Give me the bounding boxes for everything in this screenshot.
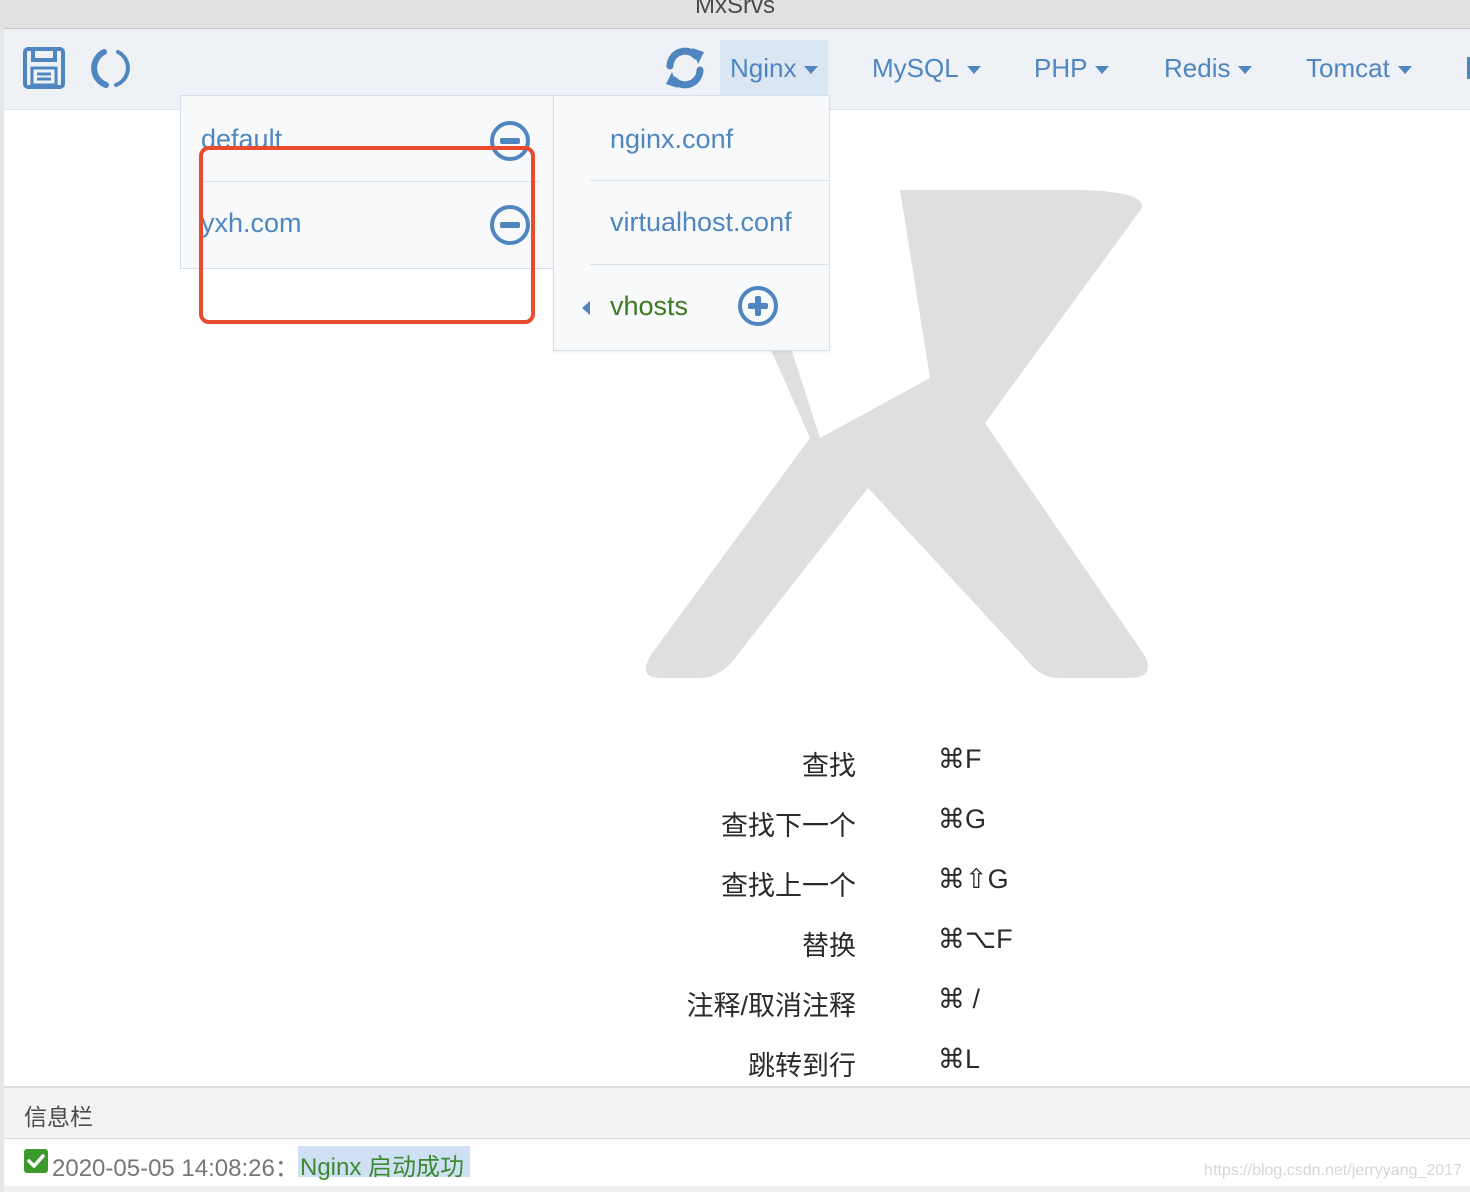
save-icon[interactable]	[23, 47, 65, 94]
add-icon[interactable]	[737, 285, 779, 332]
info-bar-header: 信息栏	[4, 1086, 1470, 1139]
shortcut-label: 查找上一个	[721, 871, 856, 901]
window-title: MxSrvs	[695, 0, 775, 19]
chevron-down-icon	[966, 66, 981, 75]
shortcut-key: ⌘G	[938, 804, 987, 834]
menu-mysql[interactable]: MySQL	[862, 40, 991, 96]
chevron-down-icon	[1095, 66, 1110, 75]
shortcut-label: 查找	[802, 751, 856, 781]
shortcut-key: ⌘⌥F	[938, 924, 1013, 954]
menu-redis[interactable]: Redis	[1154, 40, 1262, 96]
chevron-down-icon	[1397, 66, 1412, 75]
menu-item-vhosts[interactable]: vhosts	[610, 291, 688, 322]
menu-mysql-label: MySQL	[872, 53, 959, 83]
caret-left-icon	[582, 301, 590, 315]
info-timestamp: 2020-05-05 14:08:26：	[52, 1155, 299, 1182]
shortcut-label: 注释/取消注释	[686, 991, 856, 1021]
shortcut-key: ⌘⇧G	[938, 864, 1009, 894]
divider	[590, 264, 829, 265]
divider	[590, 180, 829, 181]
file-label: nginx.conf	[610, 124, 734, 154]
shortcut-label: 跳转到行	[748, 1051, 856, 1081]
vhosts-label: vhosts	[610, 291, 689, 321]
refresh-icon[interactable]	[662, 46, 708, 95]
chevron-down-icon	[804, 66, 819, 75]
info-message[interactable]: Nginx 启动成功	[298, 1146, 471, 1181]
menu-php-label: PHP	[1034, 53, 1088, 83]
menu-item-virtualhost-conf[interactable]: virtualhost.conf	[610, 207, 792, 238]
loading-ring-icon[interactable]	[90, 47, 134, 94]
menu-php[interactable]: PHP	[1024, 40, 1119, 96]
file-label: virtualhost.conf	[610, 207, 792, 237]
nginx-dropdown: nginx.conf virtualhost.conf vhosts	[553, 95, 830, 351]
menu-tomcat[interactable]: Tomcat	[1296, 40, 1422, 96]
annotation-highlight-box	[199, 146, 535, 324]
shortcut-label: 查找下一个	[721, 811, 856, 841]
watermark-text: https://blog.csdn.net/jerryyang_2017	[1204, 1162, 1462, 1179]
window-titlebar: MxSrvs	[0, 0, 1470, 29]
menu-redis-label: Redis	[1164, 53, 1231, 83]
shortcut-label: 替换	[802, 931, 856, 961]
info-bar-title: 信息栏	[24, 1104, 93, 1130]
chevron-down-icon	[1238, 66, 1253, 75]
shortcut-key: ⌘ /	[938, 984, 981, 1014]
menu-nginx[interactable]: Nginx	[720, 40, 829, 96]
bottom-strip	[4, 1186, 1470, 1192]
check-icon	[24, 1149, 48, 1178]
shortcut-key: ⌘L	[938, 1044, 981, 1074]
menu-nginx-label: Nginx	[730, 53, 797, 83]
window-edge	[0, 28, 4, 1192]
menu-item-nginx-conf[interactable]: nginx.conf	[610, 124, 733, 155]
menu-tomcat-label: Tomcat	[1306, 53, 1390, 83]
shortcut-key: ⌘F	[938, 744, 982, 774]
